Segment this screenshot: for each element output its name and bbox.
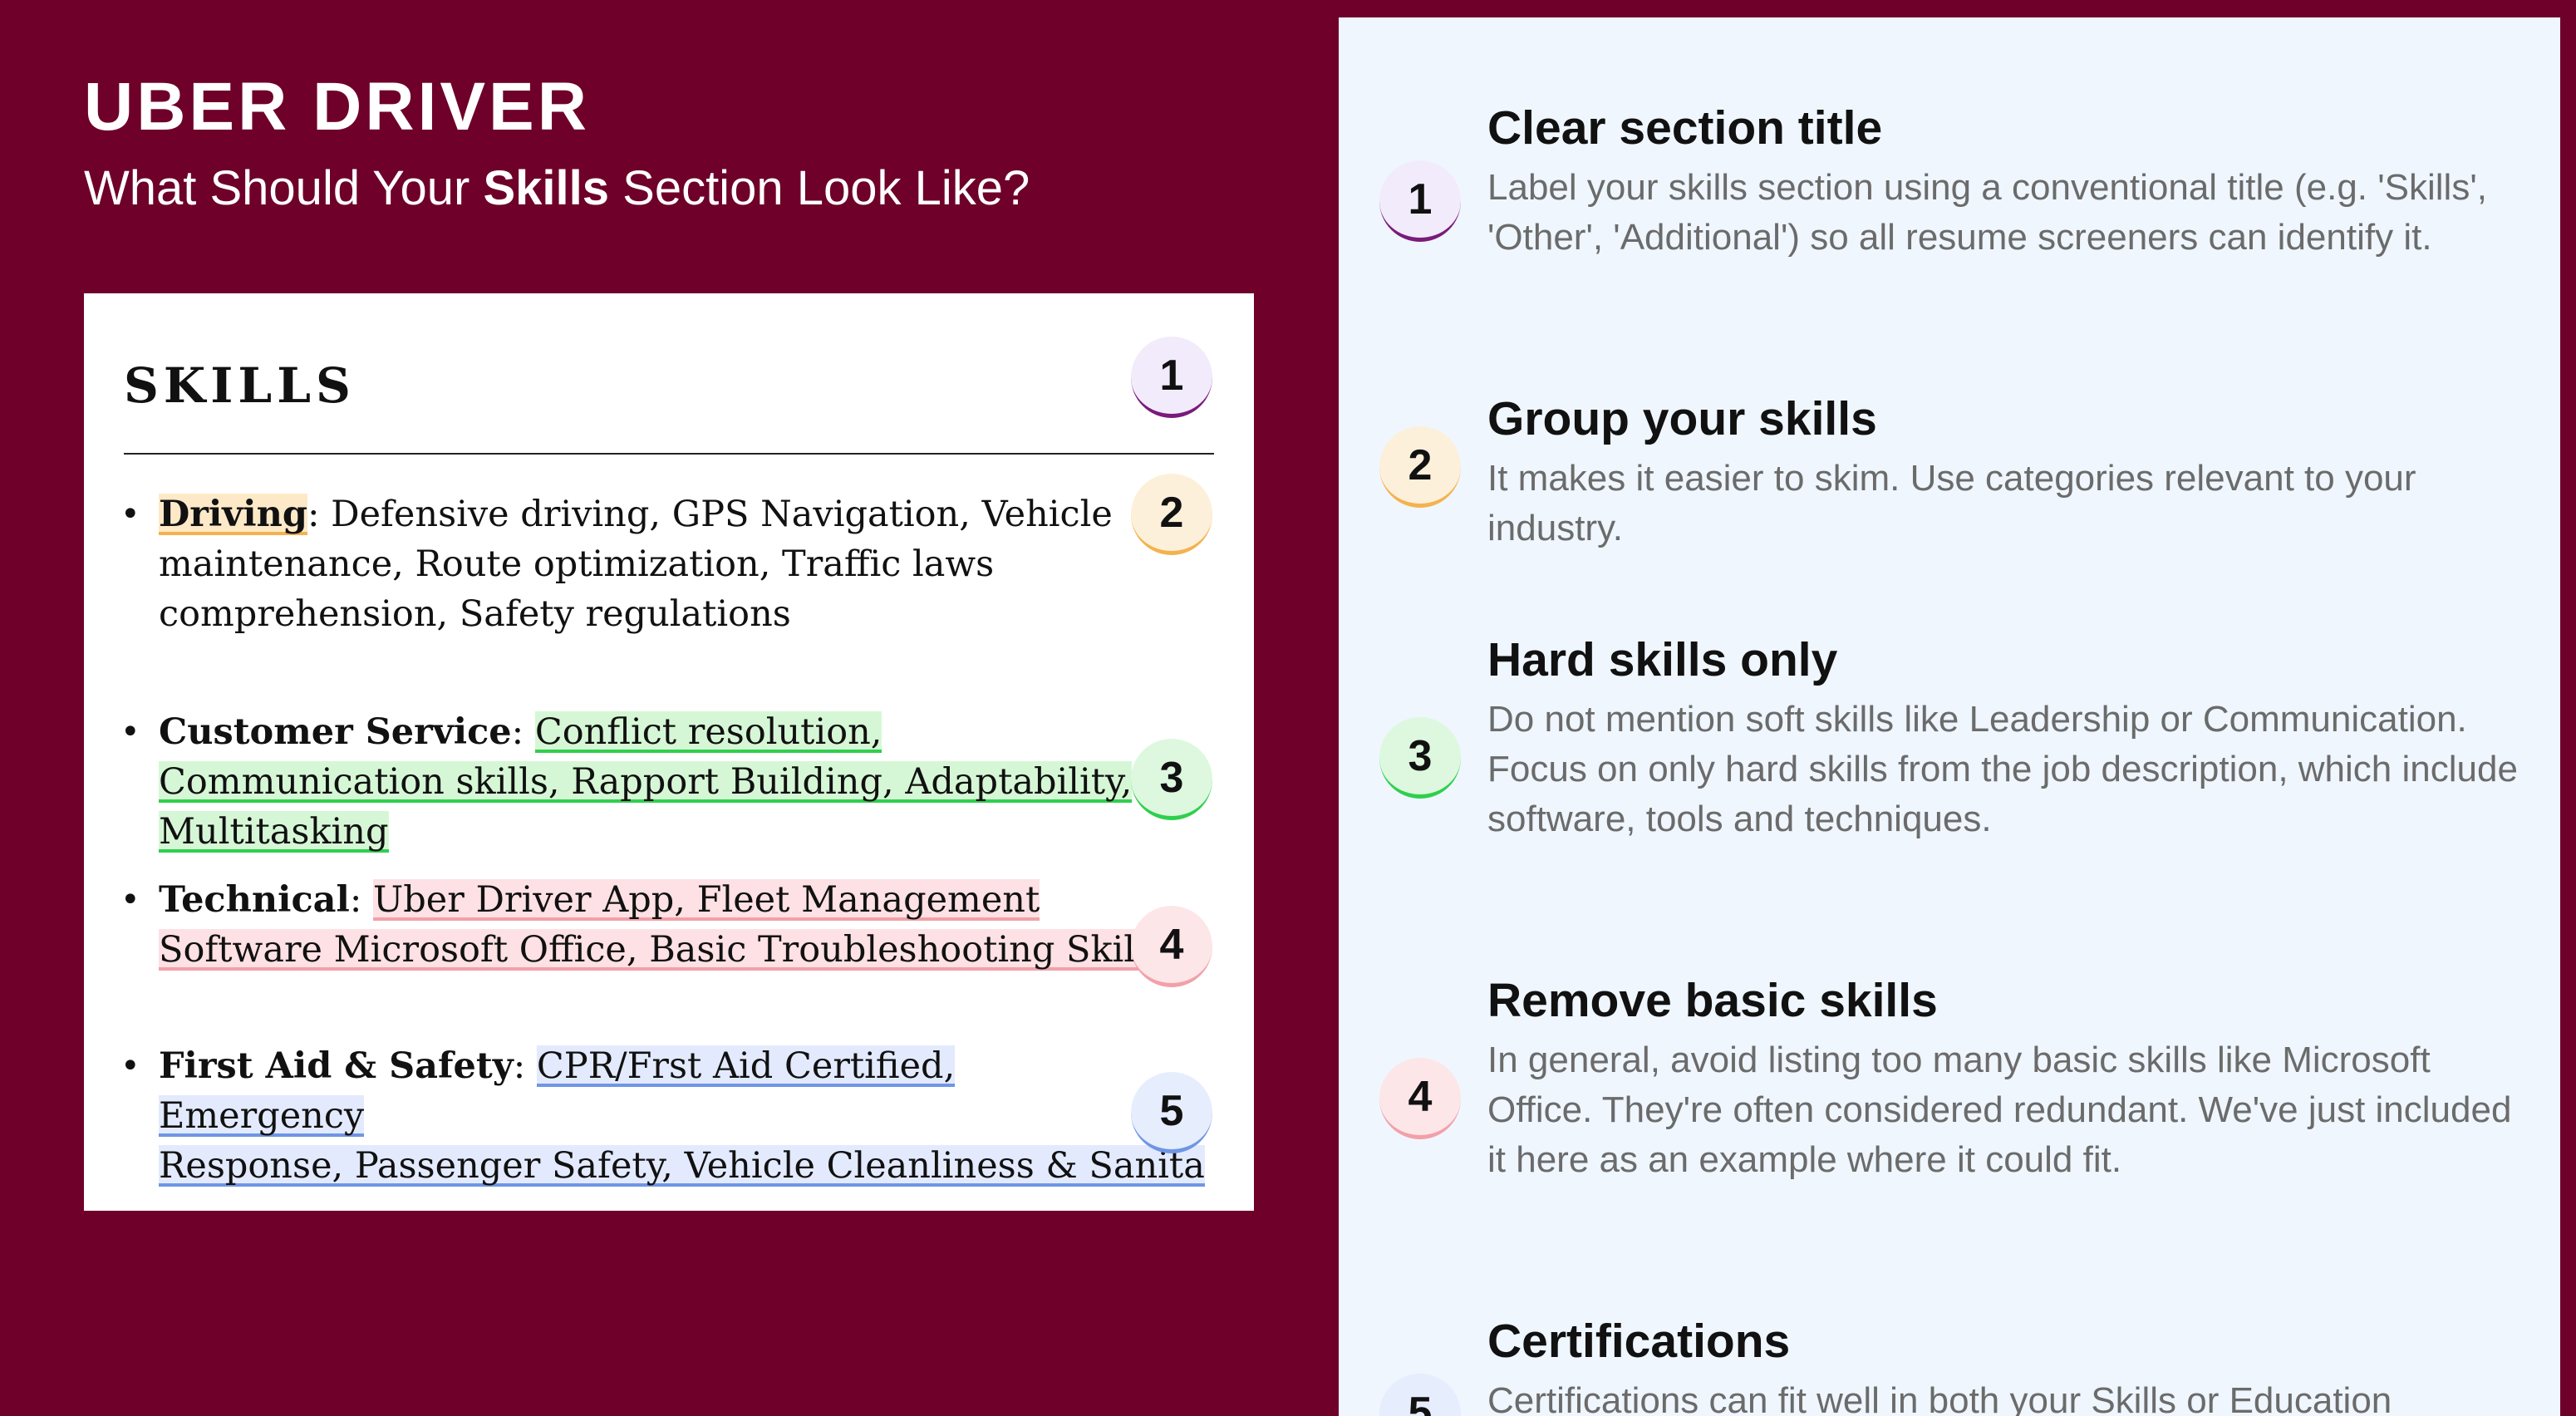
skill-item-driving: Driving: Defensive driving, GPS Navigati…: [120, 489, 1114, 639]
tips-panel: 1 Clear section title Label your skills …: [1339, 17, 2560, 1416]
subtitle-emphasis: Skills: [483, 161, 610, 215]
page-title: UBER DRIVER: [84, 69, 590, 145]
number-badge-4: 4: [1131, 906, 1212, 987]
number-badge-3: 3: [1131, 739, 1212, 820]
heading-divider: [124, 453, 1214, 455]
page-subtitle: What Should Your Skills Section Look Lik…: [84, 161, 1030, 215]
resume-skills-card: SKILLS Driving: Defensive driving, GPS N…: [84, 293, 1254, 1211]
tip-description: In general, avoid listing too many basic…: [1487, 1039, 2512, 1180]
skill-category-label: Driving: [159, 494, 307, 535]
skill-item-first-aid: First Aid & Safety: CPR/Frst Aid Certifi…: [120, 1041, 1205, 1191]
skill-category-label: Technical: [159, 879, 350, 921]
tip-title: Group your skills: [1487, 392, 1877, 445]
tip-group-your-skills: Group your skills It makes it easier to …: [1487, 393, 2518, 553]
skill-item-customer-service: Customer Service: Conflict resolution, C…: [120, 707, 1164, 857]
skill-category-label: First Aid & Safety: [159, 1045, 514, 1087]
skills-heading: SKILLS: [124, 357, 356, 414]
number-badge-1: 1: [1131, 337, 1212, 418]
tip-title: Remove basic skills: [1487, 974, 1938, 1027]
skill-category-text-continued: Response, Passenger Safety, Vehicle Clea…: [159, 1145, 1205, 1187]
tip-title: Clear section title: [1487, 101, 1883, 155]
tip-title: Certifications: [1487, 1315, 1791, 1368]
tip-description: Certifications can fit well in both your…: [1487, 1379, 2392, 1416]
tip-badge-2: 2: [1379, 426, 1461, 508]
number-badge-2: 2: [1131, 474, 1212, 555]
skill-category-label: Customer Service: [159, 711, 512, 753]
tip-badge-5: 5: [1379, 1374, 1461, 1416]
tip-hard-skills-only: Hard skills only Do not mention soft ski…: [1487, 634, 2518, 844]
tip-badge-3: 3: [1379, 717, 1461, 799]
number-badge-5: 5: [1131, 1072, 1212, 1153]
skill-item-technical: Technical: Uber Driver App, Fleet Manage…: [120, 875, 1177, 975]
tip-description: It makes it easier to skim. Use categori…: [1487, 457, 2416, 548]
tip-description: Label your skills section using a conven…: [1487, 166, 2487, 258]
tip-certifications: Certifications Certifications can fit we…: [1487, 1315, 2518, 1416]
tip-badge-1: 1: [1379, 160, 1461, 242]
tip-badge-4: 4: [1379, 1058, 1461, 1139]
tip-clear-section-title: Clear section title Label your skills se…: [1487, 102, 2518, 263]
tip-remove-basic-skills: Remove basic skills In general, avoid li…: [1487, 975, 2518, 1185]
tip-title: Hard skills only: [1487, 633, 1838, 686]
tip-description: Do not mention soft skills like Leadersh…: [1487, 698, 2518, 839]
